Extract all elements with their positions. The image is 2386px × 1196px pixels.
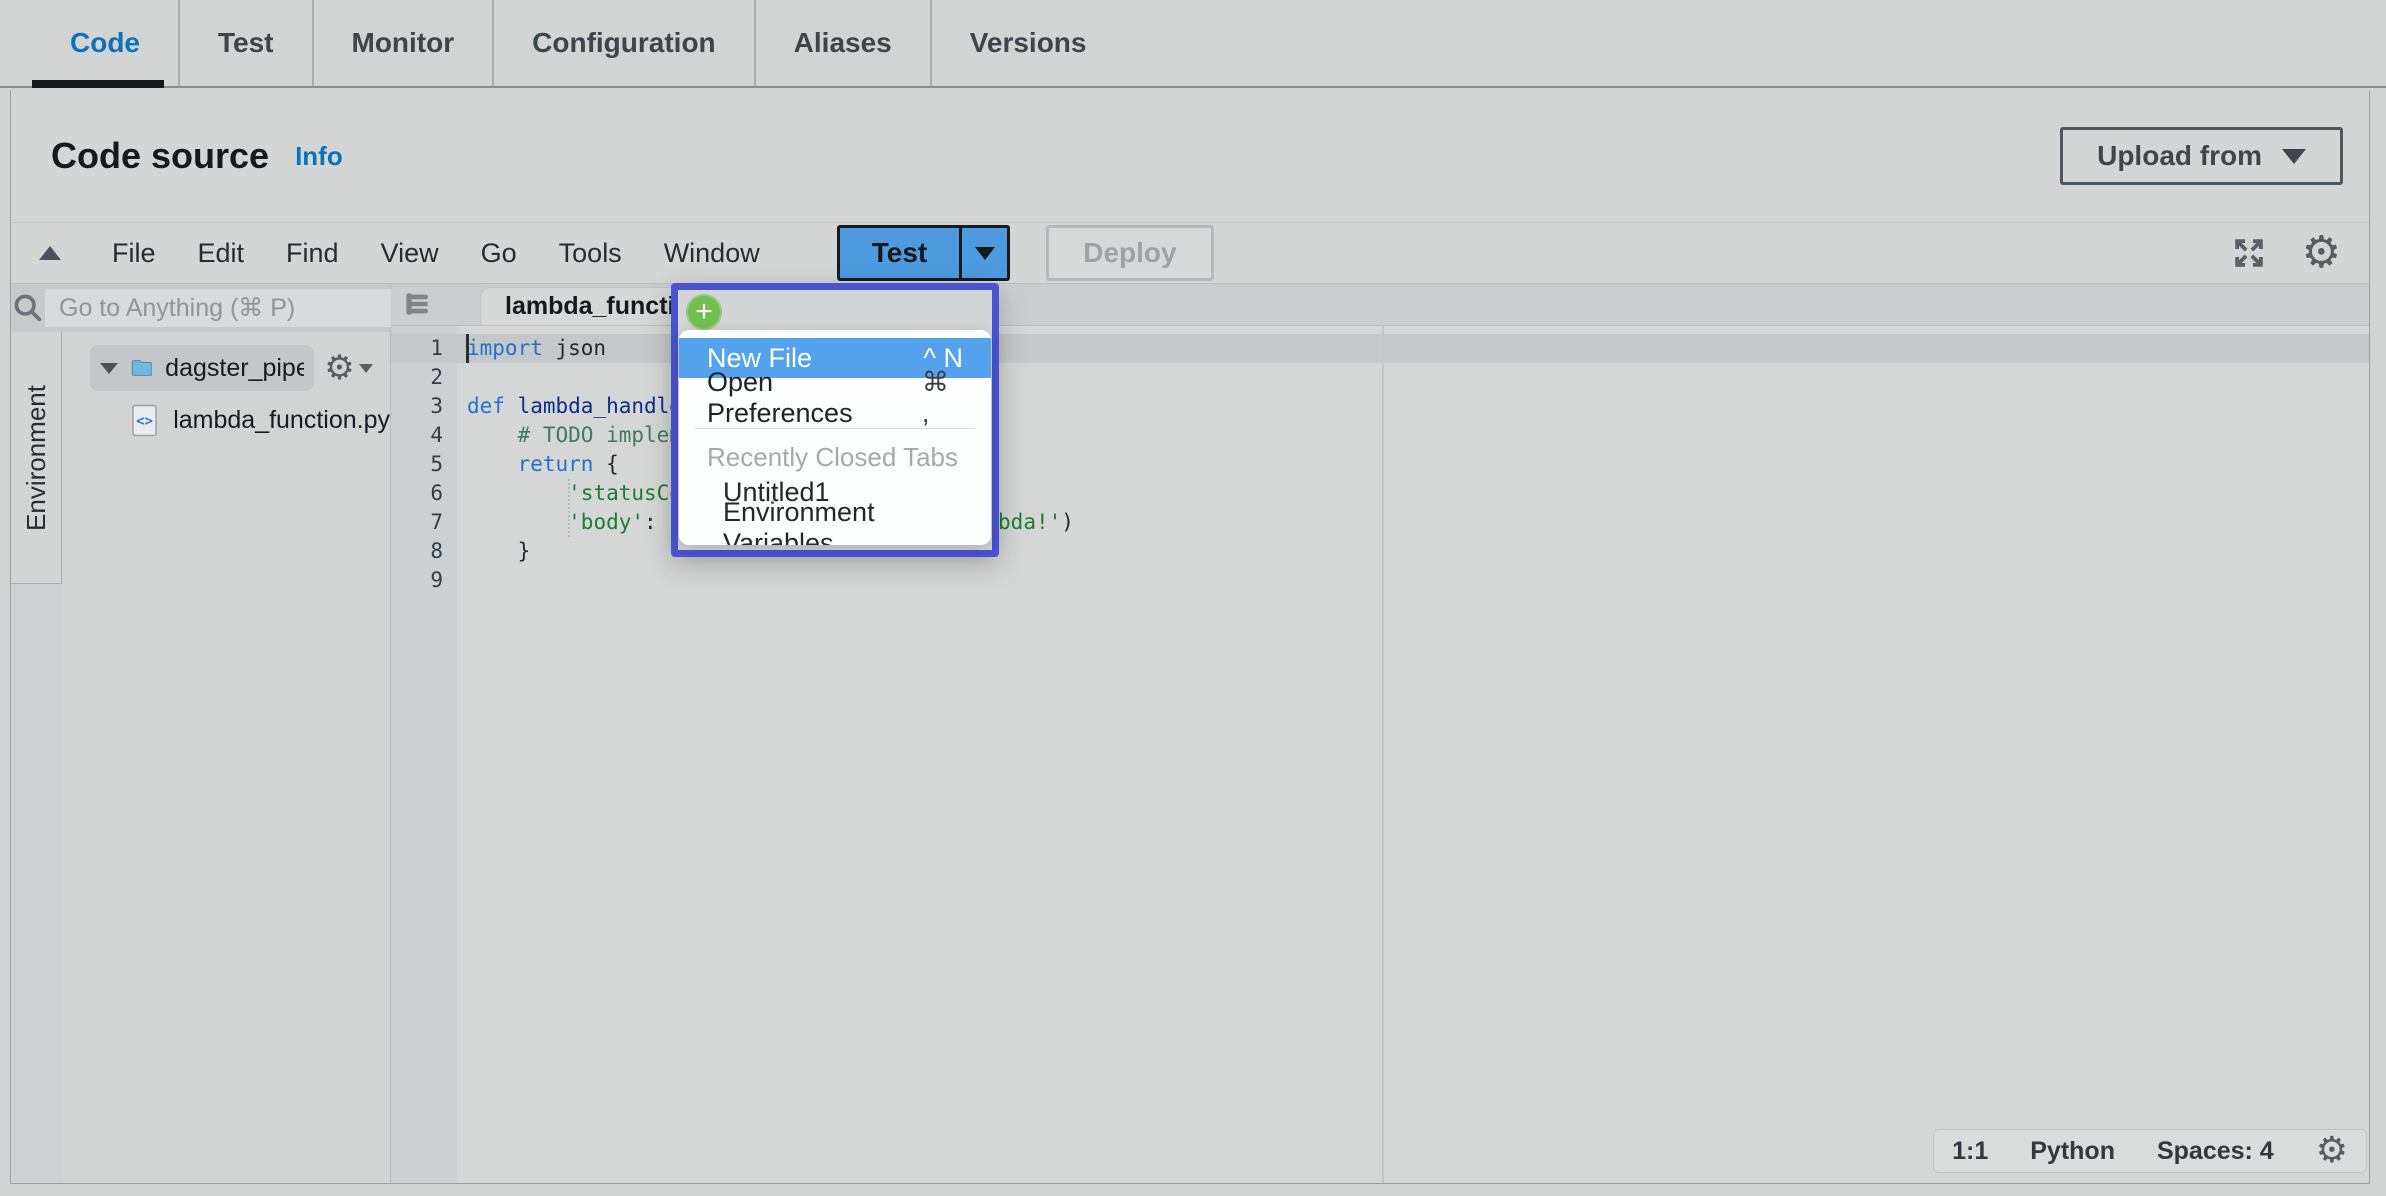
function-tabs-nav: Code Test Monitor Configuration Aliases … [0,0,2386,88]
line-number: 6 [391,479,457,508]
tab-test[interactable]: Test [178,0,312,86]
folder-icon [131,354,152,382]
file-name: lambda_function.py [173,406,390,435]
menu-file[interactable]: File [91,238,177,269]
card-header: Code source Info Upload from [11,90,2369,222]
menu-item-label: Open Preferences [707,367,922,429]
collapse-editor-icon[interactable] [39,246,61,260]
editor-toolbar: File Edit Find View Go Tools Window Test… [11,222,2369,284]
svg-text:<>: <> [136,413,153,429]
new-tab-menu: New File ^ N Open Preferences ⌘ , Recent… [679,330,991,545]
language-mode-status[interactable]: Python [2030,1137,2115,1166]
lambda-console-page: Code Test Monitor Configuration Aliases … [0,0,2386,1196]
test-dropdown-button[interactable] [959,228,1007,278]
chevron-down-icon [2282,149,2306,164]
test-split-button: Test [837,225,1011,281]
code-source-card: Code source Info Upload from File Edit F… [10,90,2370,1184]
search-icon[interactable] [11,291,45,325]
menu-item-shortcut: ⌘ , [922,367,963,429]
line-number-gutter[interactable]: 1 2 3 4 5 6 7 8 9 [391,334,457,595]
editor-status-bar: 1:1 Python Spaces: 4 ⚙ [1933,1129,2367,1173]
tab-configuration[interactable]: Configuration [492,0,754,86]
goto-anything-input[interactable] [45,289,395,327]
fullscreen-icon[interactable] [2230,234,2268,272]
folder-settings-button[interactable]: ⚙ [324,351,372,385]
menu-go[interactable]: Go [460,238,538,269]
chevron-down-icon [975,247,995,260]
tree-row-folder: dagster_pipes_funct ⚙ [90,344,390,392]
tab-list-icon[interactable] [401,288,433,320]
file-tree: dagster_pipes_funct ⚙ <> [62,332,390,1183]
line-number: 2 [391,363,457,392]
folder-name: dagster_pipes_funct [165,354,304,383]
tab-code[interactable]: Code [32,0,178,86]
text-cursor [466,334,469,363]
environment-strip: Environment [11,332,62,1183]
cursor-position-status[interactable]: 1:1 [1952,1137,1988,1166]
file-explorer-panel: Environment dagster_pipes_funct [11,284,391,1183]
line-number: 9 [391,566,457,595]
python-file-icon: <> [131,404,158,437]
line-number: 5 [391,450,457,479]
gear-icon: ⚙ [324,351,354,385]
info-link[interactable]: Info [295,141,343,172]
toolbar-right-icons: ⚙ [2230,231,2341,275]
menu-item-environment-variables[interactable]: Environment Variables [679,510,991,545]
new-tab-plus-button[interactable]: + [686,294,722,330]
new-tab-dropdown: + New File ^ N Open Preferences ⌘ , Rece… [671,283,999,557]
upload-from-label: Upload from [2097,140,2262,172]
goto-anything-row [11,284,390,332]
menu-tools[interactable]: Tools [538,238,643,269]
upload-from-button[interactable]: Upload from [2060,127,2343,185]
editor-main-area: Environment dagster_pipes_funct [11,284,2369,1183]
menu-view[interactable]: View [360,238,460,269]
chevron-down-icon [359,364,373,373]
tab-monitor[interactable]: Monitor [312,0,493,86]
editor-settings-gear-icon[interactable]: ⚙ [2302,231,2341,275]
explorer-body: Environment dagster_pipes_funct [11,332,390,1183]
menu-window[interactable]: Window [643,238,781,269]
menu-item-open-preferences[interactable]: Open Preferences ⌘ , [679,378,991,418]
menu-find[interactable]: Find [265,238,360,269]
line-number: 3 [391,392,457,421]
test-button[interactable]: Test [840,228,960,278]
page-title: Code source [51,135,269,177]
deploy-button-disabled[interactable]: Deploy [1046,225,1213,281]
line-number: 7 [391,508,457,537]
environment-label: Environment [21,385,52,531]
menu-edit[interactable]: Edit [177,238,266,269]
tab-versions[interactable]: Versions [930,0,1125,86]
disclosure-triangle-icon [100,363,118,374]
file-lambda-function-py[interactable]: <> lambda_function.py [131,398,390,442]
line-number: 8 [391,537,457,566]
folder-dagster-pipes[interactable]: dagster_pipes_funct [90,345,314,391]
status-settings-gear-icon[interactable]: ⚙ [2316,1133,2348,1169]
environment-tab[interactable]: Environment [11,332,62,584]
indentation-status[interactable]: Spaces: 4 [2157,1137,2274,1166]
line-number: 4 [391,421,457,450]
tab-aliases[interactable]: Aliases [754,0,930,86]
code-line [457,566,2369,595]
line-number: 1 [391,334,457,363]
recently-closed-tabs-header: Recently Closed Tabs [679,439,991,475]
